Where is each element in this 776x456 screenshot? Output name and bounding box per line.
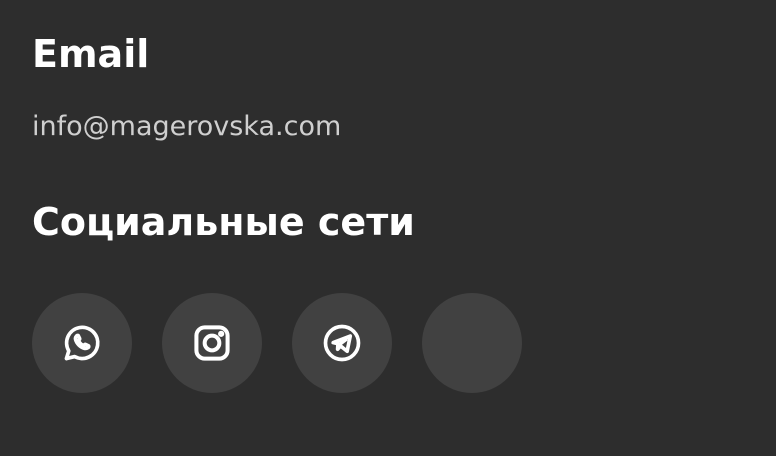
telegram-button[interactable] [292,293,392,393]
email-heading: Email [32,32,150,76]
social-heading: Социальные сети [32,200,415,244]
whatsapp-button[interactable] [32,293,132,393]
email-link[interactable]: info@magerovska.com [32,107,744,147]
instagram-icon [194,325,230,361]
telegram-icon [323,324,361,362]
social-links [32,293,744,393]
whatsapp-icon [64,325,100,361]
contacts-panel: Email info@magerovska.com Социальные сет… [32,28,744,393]
instagram-button[interactable] [162,293,262,393]
social-button-empty[interactable] [422,293,522,393]
